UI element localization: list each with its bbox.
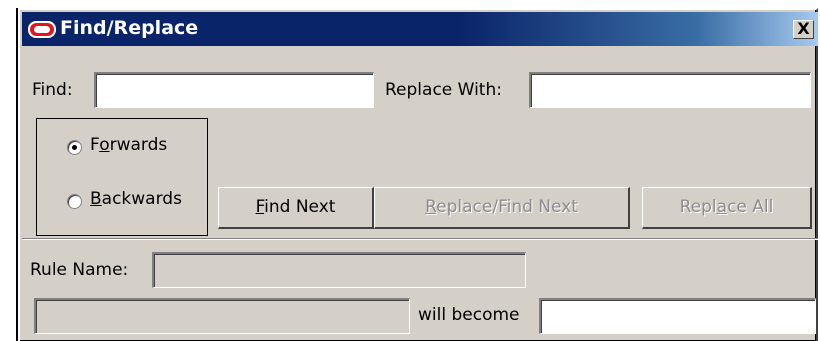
separator bbox=[22, 238, 818, 240]
backwards-radio[interactable] bbox=[67, 194, 82, 209]
rule-name-input[interactable] bbox=[152, 252, 526, 288]
window-title: Find/Replace bbox=[60, 17, 199, 39]
title-bar[interactable]: Find/Replace X bbox=[22, 12, 818, 46]
backwards-label: Backwards bbox=[90, 189, 182, 209]
source-text-input[interactable] bbox=[34, 298, 410, 334]
backwards-radio-option[interactable]: Backwards bbox=[37, 177, 207, 235]
forwards-label: Forwards bbox=[90, 135, 168, 155]
find-next-button[interactable]: Find Next bbox=[218, 187, 374, 229]
find-input[interactable] bbox=[94, 72, 374, 108]
replace-with-input[interactable] bbox=[529, 72, 811, 108]
will-become-label: will become bbox=[418, 305, 520, 325]
close-button[interactable]: X bbox=[793, 20, 814, 39]
direction-group: Forwards Backwards bbox=[36, 118, 208, 236]
replace-with-label: Replace With: bbox=[385, 80, 502, 100]
forwards-radio[interactable] bbox=[67, 140, 82, 155]
find-replace-dialog: Find/Replace X Find: Replace With: Forwa… bbox=[18, 8, 818, 341]
forwards-radio-option[interactable]: Forwards bbox=[37, 119, 207, 177]
oracle-logo-icon bbox=[28, 21, 56, 38]
target-text-input[interactable] bbox=[539, 298, 816, 334]
find-label: Find: bbox=[32, 80, 73, 100]
replace-all-button[interactable]: Replace All bbox=[642, 187, 812, 229]
replace-find-next-button[interactable]: Replace/Find Next bbox=[374, 187, 630, 229]
rule-name-label: Rule Name: bbox=[30, 260, 129, 280]
